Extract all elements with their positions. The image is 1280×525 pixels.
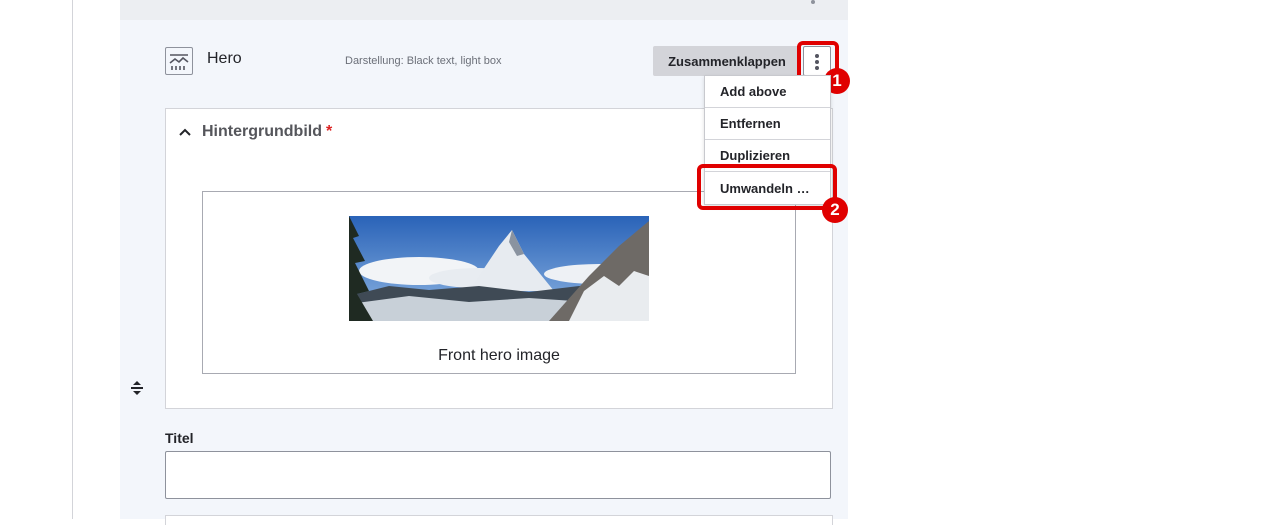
- background-image-label[interactable]: Hintergrundbild *: [202, 123, 332, 141]
- hero-paragraph-icon: [165, 47, 193, 75]
- collapse-button[interactable]: Zusammenklappen: [653, 46, 801, 76]
- callout-badge-2: 2: [822, 197, 848, 223]
- previous-paragraph-strip: [120, 0, 848, 20]
- actions-dropdown-menu: Add above Entfernen Duplizieren Umwandel…: [704, 75, 831, 205]
- title-field-label: Titel: [165, 430, 194, 446]
- chevron-up-icon[interactable]: [177, 124, 193, 140]
- previous-kebab-icon[interactable]: [811, 0, 815, 6]
- menu-item-remove[interactable]: Entfernen: [705, 108, 830, 140]
- hero-media-thumbnail: [349, 216, 649, 321]
- menu-item-duplicate[interactable]: Duplizieren: [705, 140, 830, 172]
- menu-item-add-above[interactable]: Add above: [705, 76, 830, 108]
- paragraph-title: Hero: [207, 50, 242, 67]
- menu-item-convert[interactable]: Umwandeln …: [705, 172, 830, 204]
- required-marker: *: [325, 123, 333, 140]
- background-image-label-text: Hintergrundbild: [202, 123, 322, 140]
- paragraph-summary: Darstellung: Black text, light box: [345, 55, 502, 67]
- media-caption: Front hero image: [438, 347, 560, 364]
- drag-handle-icon[interactable]: [130, 380, 144, 396]
- title-input[interactable]: [165, 451, 831, 499]
- next-field-box: [165, 515, 833, 525]
- left-border: [72, 0, 73, 519]
